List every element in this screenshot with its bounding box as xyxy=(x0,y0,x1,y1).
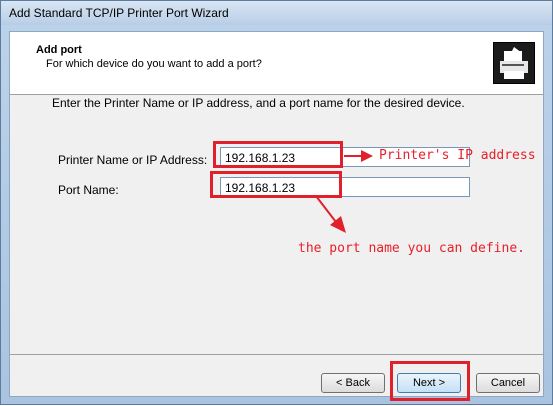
wizard-window: Add Standard TCP/IP Printer Port Wizard … xyxy=(0,0,553,405)
ip-annotation-text: Printer's IP address xyxy=(379,148,536,163)
cancel-button[interactable]: Cancel xyxy=(476,373,540,393)
annotation-arrows xyxy=(315,150,373,233)
port-annotation-text: the port name you can define. xyxy=(298,241,525,256)
next-button[interactable]: Next > xyxy=(397,373,461,393)
back-button[interactable]: < Back xyxy=(321,373,385,393)
